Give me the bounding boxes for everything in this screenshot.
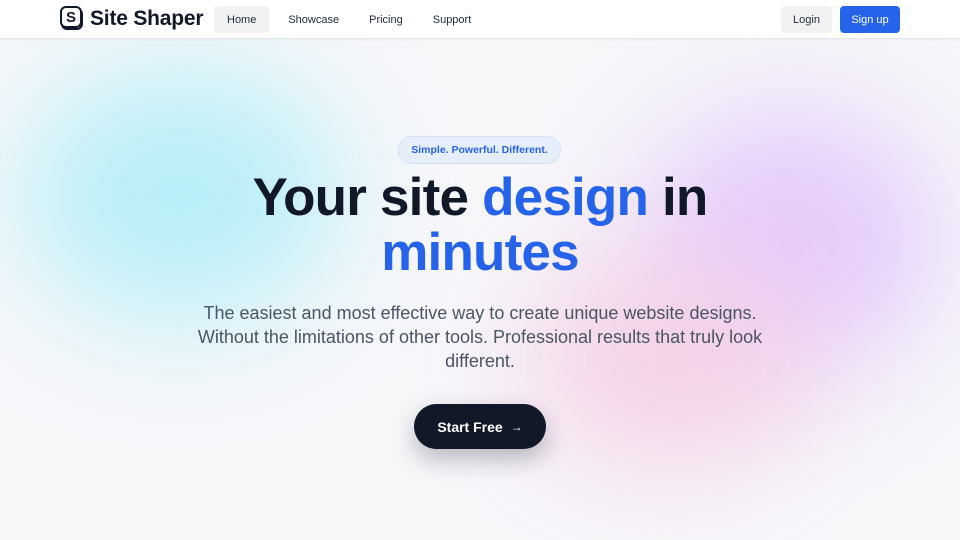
logo-letter: S — [60, 6, 82, 28]
main-nav: Home Showcase Pricing Support — [214, 6, 484, 33]
brand-logo[interactable]: S Site Shaper — [60, 6, 204, 31]
arrow-right-icon: → — [510, 419, 523, 434]
start-free-button[interactable]: Start Free → — [414, 404, 546, 449]
start-free-label: Start Free — [437, 418, 503, 435]
nav-item-pricing[interactable]: Pricing — [356, 6, 416, 33]
nav-item-home[interactable]: Home — [214, 6, 270, 33]
logo-icon: S — [60, 6, 84, 31]
login-button[interactable]: Login — [781, 6, 832, 33]
tagline-badge: Simple. Powerful. Different. — [398, 136, 561, 164]
hero-subtitle: The easiest and most effective way to cr… — [197, 303, 763, 371]
hero-title-highlight-minutes: minutes — [381, 223, 579, 282]
hero-title-part1: Your site — [252, 168, 483, 227]
signup-button[interactable]: Sign up — [840, 6, 900, 33]
hero-section: Simple. Powerful. Different. Your site d… — [0, 40, 960, 540]
nav-item-support[interactable]: Support — [420, 6, 485, 33]
hero-title-part2: in — [648, 168, 708, 227]
top-navbar: S Site Shaper Home Showcase Pricing Supp… — [0, 0, 960, 39]
nav-item-showcase[interactable]: Showcase — [275, 6, 352, 33]
hero-title: Your site design in minutes — [0, 170, 960, 280]
brand-name: Site Shaper — [90, 6, 204, 30]
hero-title-highlight-design: design — [482, 168, 649, 227]
